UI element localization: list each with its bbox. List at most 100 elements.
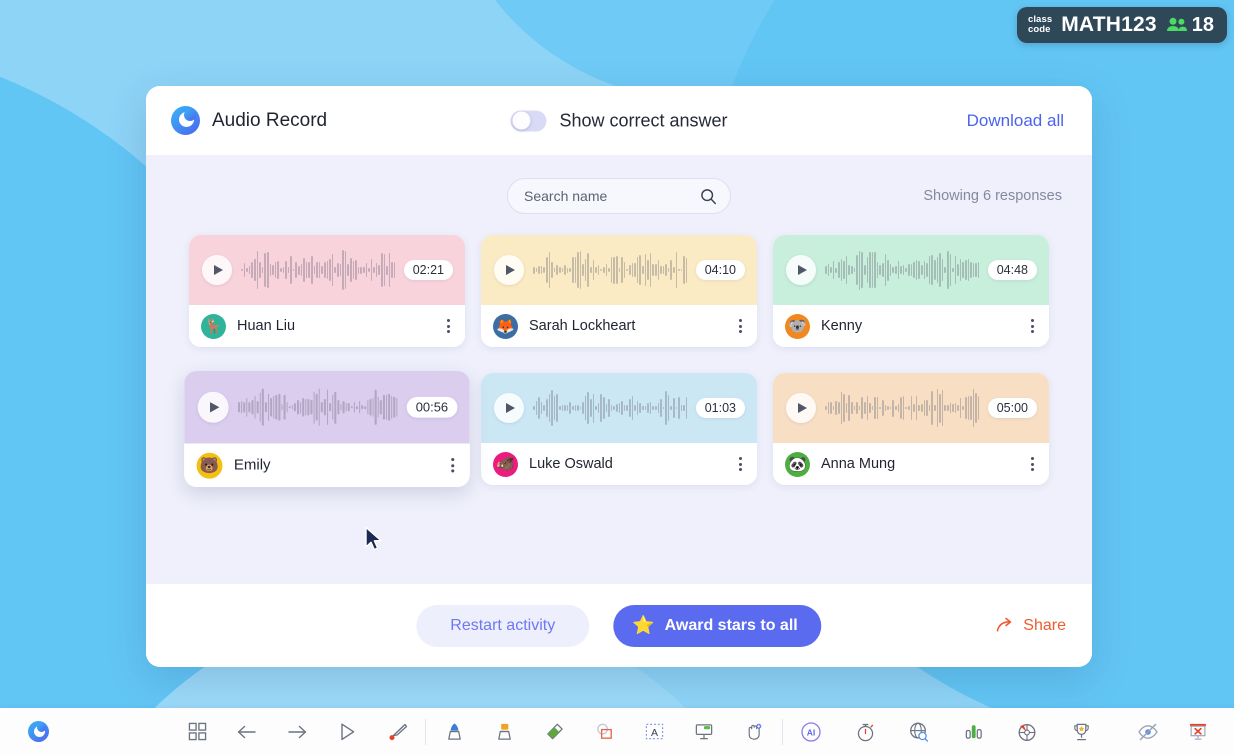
search-input[interactable]: Search name — [507, 178, 731, 214]
audio-response-card[interactable]: 04:10 🦊 Sarah Lockheart — [481, 235, 757, 347]
play-icon — [213, 265, 223, 275]
modal-brand: Audio Record — [171, 106, 327, 135]
kebab-menu-icon[interactable] — [736, 453, 745, 475]
audio-response-card[interactable]: 04:48 🐨 Kenny — [773, 235, 1049, 347]
award-stars-button[interactable]: ⭐ Award stars to all — [613, 604, 822, 647]
class-code-label: class code — [1027, 13, 1053, 35]
audio-response-card[interactable]: 00:56 🐻 Emily — [184, 371, 470, 487]
restart-activity-button[interactable]: Restart activity — [416, 604, 590, 647]
kebab-dot — [1031, 457, 1034, 460]
highlighter-tool-button[interactable] — [484, 712, 524, 752]
waveform[interactable] — [241, 249, 395, 291]
browser-search-icon — [910, 722, 929, 742]
play-button[interactable] — [197, 391, 229, 423]
waveform-area: 05:00 — [773, 373, 1049, 443]
kebab-dot — [739, 468, 742, 471]
shapes-tool-button[interactable] — [584, 712, 624, 752]
play-button[interactable] — [494, 393, 524, 423]
classpoint-logo-icon — [28, 721, 49, 742]
exit-presentation-icon — [1189, 723, 1207, 740]
play-icon — [505, 403, 515, 413]
embedded-browser-button[interactable] — [899, 712, 939, 752]
toolbar-right-group — [1128, 712, 1218, 752]
next-slide-button[interactable] — [277, 712, 317, 752]
card-footer: 🦊 Sarah Lockheart — [481, 305, 757, 347]
hide-toolbar-button[interactable] — [1128, 712, 1168, 752]
show-correct-answer-toggle-group[interactable]: Show correct answer — [510, 110, 728, 131]
laser-pointer-button[interactable] — [377, 712, 417, 752]
leaderboard-button[interactable] — [1061, 712, 1101, 752]
audio-response-card[interactable]: 05:00 🐼 Anna Mung — [773, 373, 1049, 485]
kebab-menu-icon[interactable] — [448, 454, 457, 477]
participant-count: 18 — [1191, 13, 1214, 36]
waveform[interactable] — [825, 387, 979, 429]
kebab-menu-icon[interactable] — [444, 315, 453, 337]
student-name: Luke Oswald — [529, 456, 613, 472]
show-correct-answer-toggle[interactable] — [510, 110, 547, 131]
play-button[interactable] — [494, 255, 524, 285]
quick-poll-button[interactable] — [953, 712, 993, 752]
student-name: Emily — [233, 456, 271, 474]
play-icon — [505, 265, 515, 275]
bar-chart-icon — [965, 725, 982, 739]
previous-slide-button[interactable] — [227, 712, 267, 752]
card-footer: 🐼 Anna Mung — [773, 443, 1049, 485]
drag-tool-button[interactable] — [734, 712, 774, 752]
kebab-dot — [451, 457, 455, 462]
play-icon — [209, 402, 219, 413]
eraser-tool-button[interactable] — [534, 712, 574, 752]
kebab-dot — [451, 469, 455, 473]
kebab-menu-icon[interactable] — [1028, 315, 1037, 337]
pen-tool-button[interactable] — [434, 712, 474, 752]
search-icon[interactable] — [700, 188, 717, 205]
play-button[interactable] — [786, 255, 816, 285]
ai-assistant-button[interactable]: AI — [791, 712, 831, 752]
modal-body: Search name Showing 6 responses 02:21 🦌 Hu… — [146, 155, 1092, 584]
slide-overview-button[interactable] — [177, 712, 217, 752]
kebab-dot — [1031, 319, 1034, 322]
responses-grid: 02:21 🦌 Huan Liu 04:10 🦊 Sarah Lockheart 04:48… — [176, 235, 1062, 487]
kebab-dot — [451, 463, 455, 467]
toolbar-ink-group: A — [434, 712, 774, 752]
exit-presentation-button[interactable] — [1178, 712, 1218, 752]
kebab-menu-icon[interactable] — [1028, 453, 1037, 475]
audio-response-card[interactable]: 01:03 🐗 Luke Oswald — [481, 373, 757, 485]
avatar: 🐨 — [785, 313, 810, 339]
toolbar-logo-button[interactable] — [28, 721, 49, 742]
name-picker-button[interactable] — [1007, 712, 1047, 752]
svg-text:AI: AI — [807, 727, 816, 737]
play-button[interactable] — [786, 393, 816, 423]
share-button[interactable]: Share — [996, 617, 1066, 635]
audio-duration: 04:10 — [695, 260, 745, 280]
star-icon: ⭐ — [632, 615, 655, 635]
waveform[interactable] — [237, 386, 398, 429]
audio-duration: 00:56 — [406, 396, 458, 418]
audio-response-card[interactable]: 02:21 🦌 Huan Liu — [189, 235, 465, 347]
whiteboard-tool-button[interactable] — [684, 712, 724, 752]
student-name: Kenny — [821, 318, 863, 334]
play-button[interactable] — [202, 255, 232, 285]
kebab-menu-icon[interactable] — [736, 315, 745, 337]
download-all-button[interactable]: Download all — [967, 111, 1064, 131]
class-code-badge[interactable]: class code MATH123 18 — [1016, 7, 1227, 43]
audio-record-modal: Audio Record Show correct answer Downloa… — [146, 86, 1092, 667]
text-box-tool-button[interactable]: A — [634, 712, 674, 752]
kebab-dot — [739, 330, 742, 333]
play-icon — [797, 265, 807, 275]
select-tool-button[interactable] — [327, 712, 367, 752]
toolbar-navigation-group — [177, 712, 417, 752]
waveform[interactable] — [533, 249, 687, 291]
class-code-value: MATH123 — [1061, 13, 1157, 36]
waveform[interactable] — [533, 387, 687, 429]
toolbar-activity-group: AI — [791, 712, 1101, 752]
trophy-icon — [1073, 723, 1089, 740]
timer-button[interactable] — [845, 712, 885, 752]
waveform-area: 04:48 — [773, 235, 1049, 305]
waveform[interactable] — [825, 249, 979, 291]
avatar: 🐗 — [493, 451, 518, 477]
timer-icon — [857, 723, 873, 741]
award-stars-label: Award stars to all — [664, 616, 798, 634]
waveform-area: 00:56 — [184, 371, 470, 444]
kebab-dot — [1031, 330, 1034, 333]
kebab-dot — [739, 462, 742, 466]
